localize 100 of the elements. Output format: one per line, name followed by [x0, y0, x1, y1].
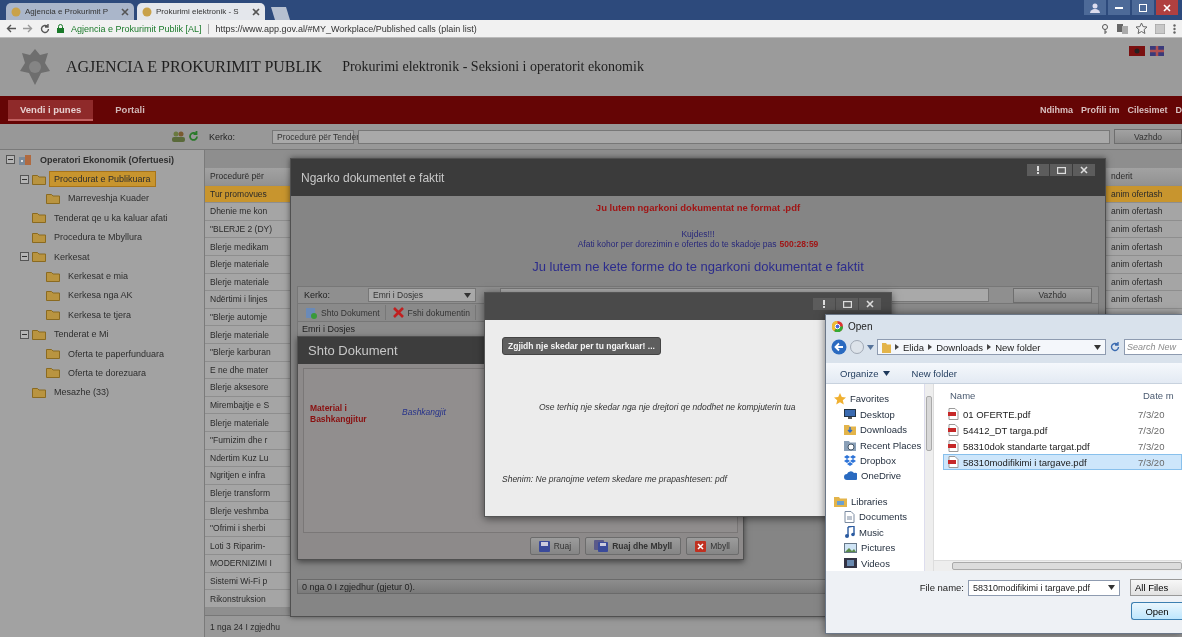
column-header[interactable]: Date m: [1143, 389, 1173, 401]
tree-item[interactable]: Procedurat e Publikuara: [49, 171, 156, 188]
tree-item[interactable]: Oferta te paperfunduara: [63, 345, 170, 362]
close-button[interactable]: Mbyll: [686, 537, 739, 555]
folder-icon: [46, 270, 60, 282]
new-folder-button[interactable]: New folder: [911, 367, 957, 379]
close-button[interactable]: [1156, 0, 1178, 15]
navigation-item[interactable]: Favorites: [850, 393, 890, 405]
tree-item[interactable]: Marreveshja Kuader: [63, 190, 155, 207]
nav-link[interactable]: Ndihma: [1039, 105, 1073, 115]
search-button[interactable]: Vazhdo: [1013, 287, 1092, 303]
search-field[interactable]: Search New: [1124, 339, 1182, 355]
folder-icon: [46, 309, 60, 321]
nav-link[interactable]: D: [1175, 105, 1182, 115]
breadcrumb-item[interactable]: New folder: [995, 341, 1041, 353]
navigation-item[interactable]: Videos: [861, 557, 890, 569]
maximize-button[interactable]: [1050, 164, 1072, 176]
scrollbar[interactable]: [934, 560, 1182, 571]
breadcrumb-item[interactable]: Downloads: [936, 341, 984, 353]
nav-tab[interactable]: Vendi i punes: [8, 99, 94, 121]
navigation-item[interactable]: Dropbox: [860, 455, 896, 467]
tree-item[interactable]: Kerkesa nga AK: [63, 287, 138, 304]
organize-button[interactable]: Organize: [840, 367, 890, 379]
toolbar-button[interactable]: Shto Dokument: [300, 305, 386, 320]
breadcrumb-item[interactable]: Elida: [903, 341, 925, 353]
tree-item[interactable]: Kerkesat: [49, 248, 95, 265]
document-icon: [844, 510, 855, 523]
file-row[interactable]: 58310modifikimi i targave.pdf 7/3/20: [943, 454, 1182, 470]
navigation-item[interactable]: OneDrive: [861, 470, 902, 482]
selection-count: 1 nga 24 I zgjedhu: [210, 621, 280, 632]
floppy-disk-icon: [594, 540, 609, 552]
tree-item[interactable]: Oferta te dorezuara: [63, 365, 152, 381]
search-button[interactable]: Vazhdo: [1114, 129, 1182, 144]
browser-app-icon: [832, 320, 843, 332]
countdown-timer: 500:28:59: [779, 239, 819, 249]
toolbar-button[interactable]: Fshi dokumentin: [387, 305, 476, 320]
file-row[interactable]: 01 OFERTE.pdf 7/3/20: [943, 406, 1182, 422]
tree-item[interactable]: Procedura te Mbyllura: [49, 229, 148, 246]
navigation-item[interactable]: Pictures: [861, 542, 896, 554]
navigation-item[interactable]: Music: [859, 526, 884, 538]
nav-link[interactable]: Cilesimet: [1127, 105, 1168, 115]
column-header[interactable]: Procedurë për: [205, 171, 290, 182]
user-button[interactable]: [1084, 0, 1106, 15]
maximize-button[interactable]: [836, 298, 858, 310]
file-row[interactable]: 58310dok standarte targat.pdf 7/3/20: [943, 438, 1182, 454]
open-button[interactable]: Open: [1131, 602, 1182, 620]
search-field[interactable]: [358, 129, 1110, 144]
navigation-item[interactable]: Downloads: [860, 424, 907, 436]
file-type-dropdown[interactable]: All Files: [1130, 579, 1182, 596]
tree-item[interactable]: Mesazhe (33): [49, 384, 115, 401]
scrollbar[interactable]: [924, 384, 934, 571]
maximize-button[interactable]: [1132, 0, 1154, 15]
tree-item[interactable]: Kerkesat e mia: [63, 268, 134, 285]
navigation-item[interactable]: Libraries: [851, 495, 888, 507]
film-icon: [844, 558, 857, 569]
maximize-icon: [1139, 3, 1147, 12]
tree-item[interactable]: Tenderat qe u ka kaluar afati: [49, 209, 173, 226]
warning-text: Kujdes!!!: [681, 229, 715, 239]
tree-item[interactable]: Operatori Ekonomik (Ofertuesi): [35, 151, 180, 168]
info-button[interactable]: [813, 298, 835, 310]
file-type-note: Shenim: Ne pranojme vetem skedare me prapashtesen: pdf: [502, 474, 727, 484]
url-text[interactable]: https://www.app.gov.al/#MY_Workplace/Published calls (plain list): [215, 23, 477, 34]
tree-item[interactable]: Kerkesa te tjera: [63, 306, 137, 323]
info-button[interactable]: [1027, 164, 1049, 176]
save-button[interactable]: Ruaj: [529, 537, 581, 555]
column-header[interactable]: nderit: [1106, 171, 1182, 182]
table-cell-text: "Blerje karburan: [209, 347, 272, 358]
minimize-button[interactable]: [1108, 0, 1130, 15]
table-cell-text: anim ofertash: [1110, 241, 1164, 252]
new-tab-button[interactable]: [268, 6, 292, 20]
back-button[interactable]: [831, 339, 847, 355]
pdf-file-icon: [948, 408, 959, 420]
expand-toggle[interactable]: [20, 174, 29, 184]
navigation-item[interactable]: Desktop: [860, 408, 895, 420]
tab-label: Prokurimi elektronik - S: [156, 7, 240, 16]
choose-file-button[interactable]: Zgjidh nje skedar per tu ngarkuar! ...: [502, 337, 661, 355]
scope-dropdown[interactable]: Emri i Dosjes: [368, 288, 476, 302]
file-row[interactable]: 54412_DT targa.pdf 7/3/20: [943, 422, 1182, 438]
nav-link[interactable]: Profili im: [1080, 105, 1120, 115]
save-button[interactable]: Ruaj dhe Mbyll: [585, 537, 682, 555]
close-button[interactable]: [859, 298, 881, 310]
table-cell-text: Blerje materiale: [209, 329, 271, 340]
flag-icon: [1150, 46, 1164, 56]
expand-toggle[interactable]: [20, 252, 29, 262]
chevron-icon: [895, 344, 899, 350]
delete-icon: [392, 307, 404, 318]
expand-toggle[interactable]: [20, 329, 29, 339]
close-button[interactable]: [1073, 164, 1095, 176]
tree-item[interactable]: Tenderat e Mi: [49, 326, 114, 343]
folder-icon: [32, 251, 46, 263]
navigation-item[interactable]: Recent Places: [860, 439, 922, 451]
file-name-field[interactable]: 58310modifikimi i targave.pdf: [968, 579, 1120, 596]
browser-tab[interactable]: Prokurimi elektronik - S: [137, 3, 265, 20]
column-header[interactable]: Name: [950, 389, 1143, 401]
browser-tab[interactable]: Agjencia e Prokurimit P: [6, 3, 134, 20]
close-icon: [1163, 3, 1171, 12]
navigation-item[interactable]: Documents: [859, 511, 908, 523]
nav-tab[interactable]: Portali: [103, 99, 157, 121]
folder-icon: [882, 341, 891, 353]
expand-toggle[interactable]: [6, 155, 15, 165]
